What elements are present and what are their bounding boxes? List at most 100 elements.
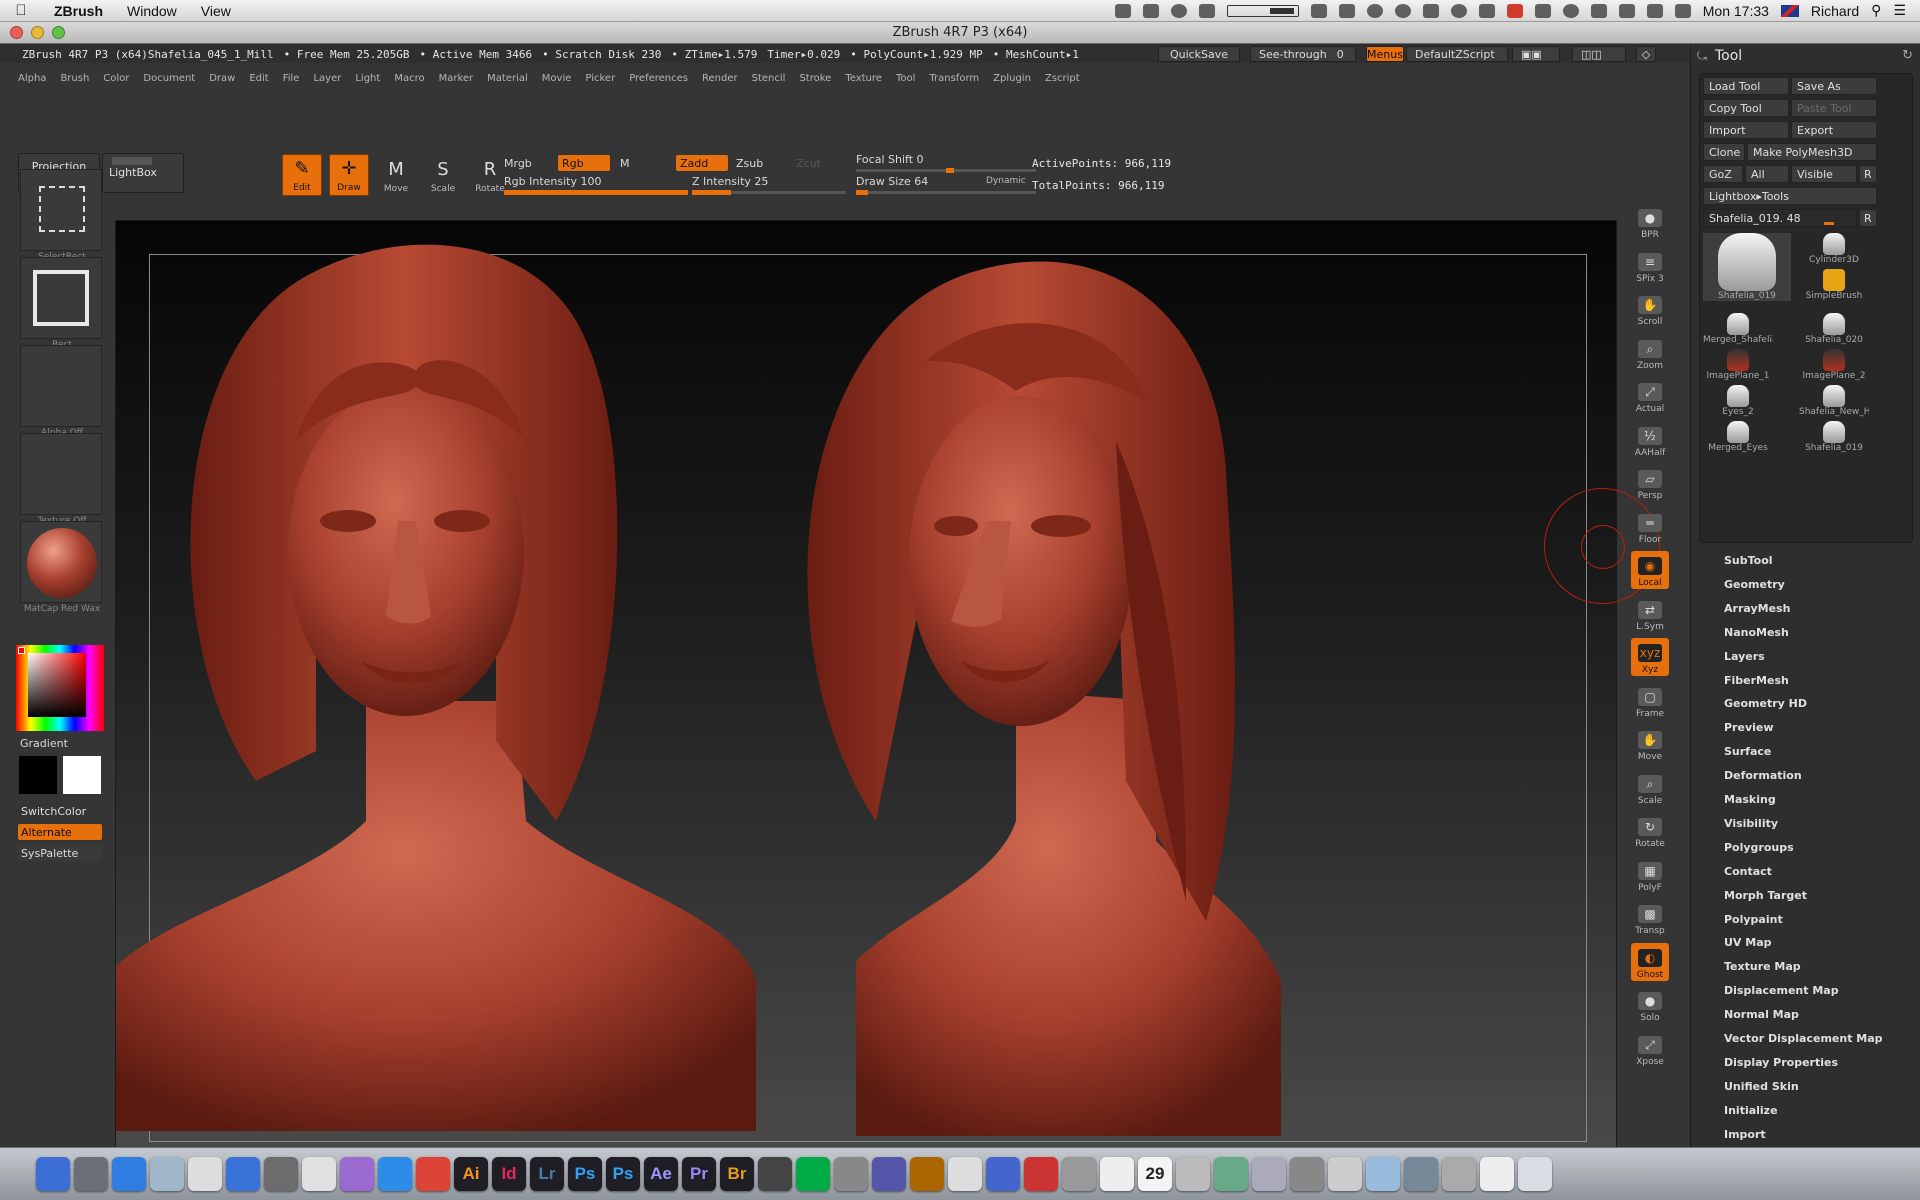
- spix-3-button[interactable]: ≡ SPix 3: [1631, 247, 1669, 285]
- palette-menu-brush[interactable]: Brush: [60, 73, 89, 84]
- bpr-button[interactable]: ● BPR: [1631, 203, 1669, 241]
- volume-icon[interactable]: [1674, 3, 1691, 18]
- dock-app-icon[interactable]: [340, 1157, 374, 1191]
- subpalette-layers[interactable]: Layers: [1724, 650, 1765, 663]
- palette-menu-layer[interactable]: Layer: [313, 73, 341, 84]
- tool-thumb-merged-eyes[interactable]: Merged_Eyes: [1703, 421, 1773, 453]
- palette-menu-light[interactable]: Light: [355, 73, 380, 84]
- persp-button[interactable]: ▱ Persp: [1631, 464, 1669, 502]
- tool-thumb-eyes-2[interactable]: Eyes_2: [1703, 385, 1773, 417]
- scroll-button[interactable]: ✋ Scroll: [1631, 290, 1669, 328]
- wifi-icon[interactable]: [1646, 3, 1663, 18]
- dock-app-icon[interactable]: [1366, 1157, 1400, 1191]
- color-picker[interactable]: [16, 645, 104, 731]
- subpalette-normal-map[interactable]: Normal Map: [1724, 1008, 1799, 1021]
- dock-app-icon[interactable]: [986, 1157, 1020, 1191]
- subpalette-contact[interactable]: Contact: [1724, 865, 1772, 878]
- quicksave-button[interactable]: QuickSave: [1158, 46, 1240, 62]
- input-flag-icon[interactable]: [1780, 4, 1799, 17]
- sync-icon[interactable]: [1142, 3, 1159, 18]
- palette-menu-zplugin[interactable]: Zplugin: [993, 73, 1031, 84]
- switch-color-button[interactable]: SwitchColor: [18, 803, 102, 819]
- transp-button[interactable]: ▩ Transp: [1631, 899, 1669, 937]
- dock-ai-icon[interactable]: Ai: [454, 1157, 488, 1191]
- tool-thumb-shafelia-020[interactable]: Shafelia_020: [1799, 313, 1869, 345]
- menu-window[interactable]: Window: [115, 3, 189, 19]
- dock-app-icon[interactable]: [264, 1157, 298, 1191]
- subpalette-unified-skin[interactable]: Unified Skin: [1724, 1080, 1799, 1093]
- tools-icon[interactable]: [1198, 3, 1215, 18]
- subpalette-display-properties[interactable]: Display Properties: [1724, 1056, 1838, 1069]
- trash-icon[interactable]: [1518, 1157, 1552, 1191]
- local-button[interactable]: ◉ Local: [1631, 551, 1669, 589]
- l-sym-button[interactable]: ⇄ L.Sym: [1631, 595, 1669, 633]
- move-mode-button[interactable]: M Move: [376, 154, 416, 196]
- z-intensity-slider[interactable]: [692, 190, 846, 195]
- mrgb-toggle[interactable]: Mrgb: [504, 157, 532, 170]
- subpalette-displacement-map[interactable]: Displacement Map: [1724, 984, 1839, 997]
- left-tray-handle[interactable]: [112, 157, 152, 165]
- subpalette-arraymesh[interactable]: ArrayMesh: [1724, 602, 1790, 615]
- subpalette-import[interactable]: Import: [1724, 1128, 1766, 1141]
- pin-icon[interactable]: ⤿: [1697, 49, 1707, 64]
- draw-size-slider[interactable]: [856, 190, 1036, 195]
- actual-button[interactable]: ⤢ Actual: [1631, 377, 1669, 415]
- default-zscript-button[interactable]: DefaultZScript: [1406, 46, 1508, 62]
- texture-button[interactable]: Texture Off: [20, 433, 102, 526]
- floor-button[interactable]: ═ Floor: [1631, 508, 1669, 546]
- palette-menu-color[interactable]: Color: [103, 73, 129, 84]
- palette-menu-material[interactable]: Material: [487, 73, 528, 84]
- solo-button[interactable]: ● Solo: [1631, 986, 1669, 1024]
- lock-icon[interactable]: ◇: [1636, 46, 1656, 62]
- palette-menu-texture[interactable]: Texture: [845, 73, 882, 84]
- aahalf-button[interactable]: ½ AAHalf: [1631, 421, 1669, 459]
- refresh-icon[interactable]: ↻: [1902, 48, 1913, 63]
- dock-app-icon[interactable]: [1290, 1157, 1324, 1191]
- dock-app-icon[interactable]: [1442, 1157, 1476, 1191]
- goz-r-button[interactable]: R: [1859, 165, 1877, 183]
- display-icon[interactable]: [1478, 3, 1495, 18]
- subpalette-geometry[interactable]: Geometry: [1724, 578, 1785, 591]
- save-as-button[interactable]: Save As: [1791, 77, 1877, 95]
- subpalette-uv-map[interactable]: UV Map: [1724, 936, 1772, 949]
- minimize-window-icon[interactable]: [31, 26, 44, 39]
- rgb-toggle[interactable]: Rgb: [558, 155, 610, 171]
- subpalette-surface[interactable]: Surface: [1724, 745, 1771, 758]
- zadd-toggle[interactable]: Zadd: [676, 155, 728, 171]
- scale-mode-button[interactable]: S Scale: [423, 154, 463, 196]
- circle-icon[interactable]: [1394, 3, 1411, 18]
- dock-app-icon[interactable]: [910, 1157, 944, 1191]
- subpalette-masking[interactable]: Masking: [1724, 793, 1776, 806]
- palette-menu-marker[interactable]: Marker: [439, 73, 474, 84]
- apple-icon[interactable]: : [0, 2, 42, 19]
- bolt-icon[interactable]: [1534, 3, 1551, 18]
- goz-button[interactable]: GoZ: [1703, 165, 1743, 183]
- paste-tool-button[interactable]: Paste Tool: [1791, 99, 1877, 117]
- rect-stroke-button[interactable]: Rect: [20, 257, 102, 350]
- m-toggle[interactable]: M: [616, 155, 668, 171]
- palette-icons[interactable]: ◫◫: [1572, 46, 1626, 62]
- tool-thumb-simplebrush[interactable]: SimpleBrush: [1799, 269, 1869, 301]
- layout-icon[interactable]: ▣▣: [1512, 46, 1560, 62]
- tool-thumb-imageplane-2[interactable]: ImagePlane_2: [1799, 349, 1869, 381]
- draw-mode-button[interactable]: ✛ Draw: [329, 154, 369, 196]
- color-square[interactable]: [28, 653, 86, 717]
- dock-app-icon[interactable]: [36, 1157, 70, 1191]
- dock-ps-icon[interactable]: Ps: [606, 1157, 640, 1191]
- play-icon[interactable]: [1366, 3, 1383, 18]
- subpalette-initialize[interactable]: Initialize: [1724, 1104, 1778, 1117]
- palette-menu-alpha[interactable]: Alpha: [18, 73, 46, 84]
- palette-menu-zscript[interactable]: Zscript: [1045, 73, 1080, 84]
- import-button[interactable]: Import: [1703, 121, 1789, 139]
- palette-menu-edit[interactable]: Edit: [249, 73, 268, 84]
- palette-menu-stencil[interactable]: Stencil: [752, 73, 786, 84]
- palette-menu-file[interactable]: File: [283, 73, 300, 84]
- subpalette-polygroups[interactable]: Polygroups: [1724, 841, 1794, 854]
- alternate-button[interactable]: Alternate: [18, 824, 102, 840]
- dock-br-icon[interactable]: Br: [720, 1157, 754, 1191]
- menubar-user[interactable]: Richard: [1811, 3, 1859, 19]
- dock-app-icon[interactable]: [796, 1157, 830, 1191]
- dock-app-icon[interactable]: [1062, 1157, 1096, 1191]
- dock-app-icon[interactable]: [1328, 1157, 1362, 1191]
- subpalette-polypaint[interactable]: Polypaint: [1724, 913, 1783, 926]
